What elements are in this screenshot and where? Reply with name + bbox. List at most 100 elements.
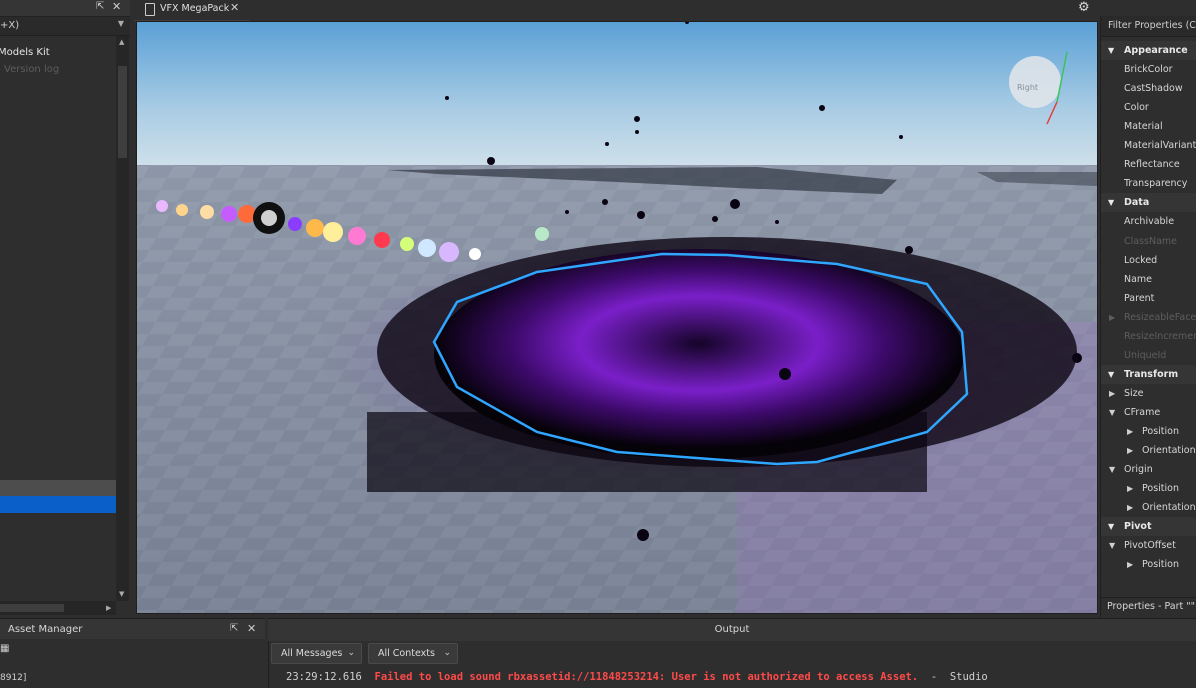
chevron-right-icon[interactable]: ▶ xyxy=(1127,555,1133,574)
properties-footer: Properties - Part "" xyxy=(1101,597,1196,616)
property-row-appearance[interactable]: ▼ Appearance xyxy=(1101,41,1196,60)
grid-view-icon[interactable]: ▦ xyxy=(0,643,9,654)
scroll-down-icon[interactable]: ▼ xyxy=(119,590,124,598)
property-row-material[interactable]: Material xyxy=(1101,117,1196,136)
property-label: Archivable xyxy=(1124,216,1175,227)
log-source: Studio xyxy=(949,671,988,683)
hscrollbar-thumb[interactable] xyxy=(0,604,64,612)
explorer-panel xyxy=(0,0,130,617)
chevron-right-icon[interactable]: ▶ xyxy=(1127,498,1133,517)
tree-item-models-kit[interactable]: Models Kit xyxy=(0,44,116,61)
property-row-origin[interactable]: ▼ Origin xyxy=(1101,460,1196,479)
property-row-name[interactable]: Name xyxy=(1101,270,1196,289)
output-titlebar: Output xyxy=(268,619,1196,641)
property-label: PivotOffset xyxy=(1124,540,1176,551)
property-label: UniqueId xyxy=(1124,350,1167,361)
chevron-down-icon[interactable]: ▼ xyxy=(1109,403,1115,422)
property-label: Name xyxy=(1124,274,1153,285)
all-messages-dropdown[interactable]: All Messages ⌄ xyxy=(271,643,362,664)
property-label: Reflectance xyxy=(1124,159,1180,170)
scrollbar-thumb[interactable] xyxy=(118,66,127,158)
chevron-down-icon[interactable]: ▼ xyxy=(1108,365,1114,384)
property-label: Color xyxy=(1124,102,1149,113)
property-label: Transform xyxy=(1124,369,1179,380)
svg-text:Right: Right xyxy=(1017,83,1038,92)
property-row-pivot[interactable]: ▼ Pivot xyxy=(1101,517,1196,536)
explorer-horizontal-scrollbar[interactable]: ▶ xyxy=(0,601,116,615)
property-row-position[interactable]: ▶ Position xyxy=(1101,479,1196,498)
popout-icon[interactable]: ⇱ xyxy=(96,1,104,12)
property-row-classname[interactable]: ClassName xyxy=(1101,232,1196,251)
property-row-materialvariant[interactable]: MaterialVariant xyxy=(1101,136,1196,155)
property-label: Pivot xyxy=(1124,521,1152,532)
chevron-right-icon[interactable]: ▶ xyxy=(1127,422,1133,441)
output-log-line[interactable]: 23:29:12.616 Failed to load sound rbxass… xyxy=(286,671,988,683)
all-contexts-dropdown[interactable]: All Contexts ⌄ xyxy=(368,643,458,664)
explorer-vertical-scrollbar[interactable]: ▲ ▼ xyxy=(116,36,129,601)
tab-close-icon[interactable]: ✕ xyxy=(230,1,239,14)
tab-vfx-megapack[interactable]: VFX MegaPack ✕ xyxy=(134,0,250,21)
property-row-data[interactable]: ▼ Data xyxy=(1101,193,1196,212)
chevron-down-icon: ⌄ xyxy=(347,648,355,658)
property-label: Orientation xyxy=(1142,502,1196,513)
property-row-position[interactable]: ▶ Position xyxy=(1101,422,1196,441)
property-label: CastShadow xyxy=(1124,83,1183,94)
property-label: Appearance xyxy=(1124,45,1188,56)
property-row-position[interactable]: ▶ Position xyxy=(1101,555,1196,574)
chevron-right-icon[interactable]: ▶ xyxy=(1127,441,1133,460)
property-row-parent[interactable]: Parent xyxy=(1101,289,1196,308)
chevron-right-icon[interactable]: ▶ xyxy=(1109,308,1115,327)
property-label: Transparency xyxy=(1124,178,1188,189)
chevron-down-icon[interactable]: ▼ xyxy=(1108,193,1114,212)
property-row-transform[interactable]: ▼ Transform xyxy=(1101,365,1196,384)
3d-viewport[interactable]: Right xyxy=(136,21,1098,614)
asset-manager-titlebar: Asset Manager ⇱ ✕ xyxy=(0,619,265,639)
property-row-resizeincrement[interactable]: ResizeIncrement xyxy=(1101,327,1196,346)
scroll-right-icon[interactable]: ▶ xyxy=(106,604,111,612)
property-row-cframe[interactable]: ▼ CFrame xyxy=(1101,403,1196,422)
property-row-archivable[interactable]: Archivable xyxy=(1101,212,1196,231)
property-row-uniqueid[interactable]: UniqueId xyxy=(1101,346,1196,365)
scroll-up-icon[interactable]: ▲ xyxy=(119,38,124,46)
property-row-reflectance[interactable]: Reflectance xyxy=(1101,155,1196,174)
property-label: Origin xyxy=(1124,464,1153,475)
tree-item-hover[interactable] xyxy=(0,480,116,497)
property-row-color[interactable]: Color xyxy=(1101,98,1196,117)
chevron-right-icon[interactable]: ▶ xyxy=(1127,479,1133,498)
property-row-orientation[interactable]: ▶ Orientation xyxy=(1101,498,1196,517)
property-label: MaterialVariant xyxy=(1124,140,1196,151)
tree-item-version-log[interactable]: Version log xyxy=(0,61,116,78)
property-label: Locked xyxy=(1124,255,1158,266)
property-label: Position xyxy=(1142,483,1179,494)
close-icon[interactable]: ✕ xyxy=(112,0,121,13)
property-row-castshadow[interactable]: CastShadow xyxy=(1101,79,1196,98)
filter-properties-input[interactable]: Filter Properties (Ctrl+Shift+P) xyxy=(1101,16,1196,37)
property-row-transparency[interactable]: Transparency xyxy=(1101,174,1196,193)
chevron-down-icon[interactable]: ▼ xyxy=(1109,460,1115,479)
gear-icon[interactable]: ⚙ xyxy=(1078,0,1090,15)
close-icon[interactable]: ✕ xyxy=(247,622,256,635)
property-row-locked[interactable]: Locked xyxy=(1101,251,1196,270)
chevron-right-icon[interactable]: ▶ xyxy=(1109,384,1115,403)
property-row-resizeablefaces[interactable]: ▶ ResizeableFaces xyxy=(1101,308,1196,327)
explorer-filter-input[interactable]: +X) ▼ xyxy=(0,17,130,36)
property-label: Parent xyxy=(1124,293,1155,304)
property-label: Data xyxy=(1124,197,1150,208)
chevron-down-icon: ⌄ xyxy=(443,648,451,658)
property-row-brickcolor[interactable]: BrickColor xyxy=(1101,60,1196,79)
property-label: ResizeableFaces xyxy=(1124,312,1196,323)
property-row-size[interactable]: ▶ Size xyxy=(1101,384,1196,403)
popout-icon[interactable]: ⇱ xyxy=(230,623,238,634)
chevron-down-icon[interactable]: ▼ xyxy=(1108,517,1114,536)
chevron-down-icon[interactable]: ▼ xyxy=(1109,536,1115,555)
chevron-down-icon[interactable]: ▼ xyxy=(118,19,124,28)
editor-tabbar xyxy=(130,0,1100,20)
property-row-pivotoffset[interactable]: ▼ PivotOffset xyxy=(1101,536,1196,555)
tree-item-selected[interactable] xyxy=(0,496,116,513)
asset-id-fragment: 8912] xyxy=(0,673,27,683)
property-row-orientation[interactable]: ▶ Orientation xyxy=(1101,441,1196,460)
log-error-message: Failed to load sound rbxassetid://118482… xyxy=(374,671,919,683)
log-separator: - xyxy=(930,671,938,683)
chevron-down-icon[interactable]: ▼ xyxy=(1108,41,1114,60)
property-label: Orientation xyxy=(1142,445,1196,456)
